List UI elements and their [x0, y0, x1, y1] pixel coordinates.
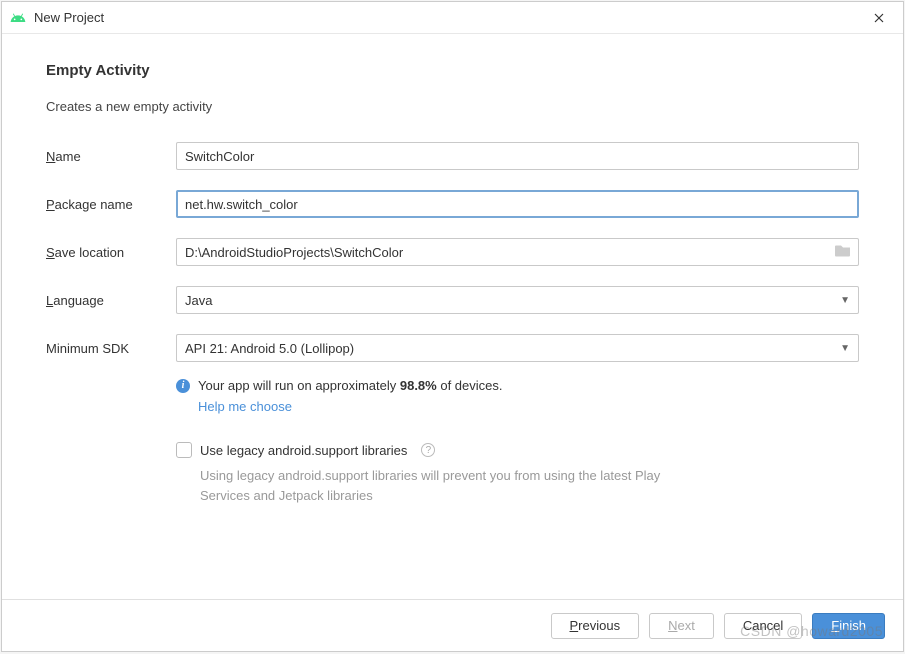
- cancel-button[interactable]: Cancel: [724, 613, 802, 639]
- label-package: Package name: [46, 197, 176, 212]
- row-min-sdk: Minimum SDK API 21: Android 5.0 (Lollipo…: [46, 334, 859, 362]
- titlebar: New Project: [2, 2, 903, 34]
- row-language: Language Java ▼: [46, 286, 859, 314]
- sdk-info-line: i Your app will run on approximately 98.…: [176, 378, 859, 393]
- finish-button[interactable]: Finish: [812, 613, 885, 639]
- row-package: Package name: [46, 190, 859, 218]
- chevron-down-icon: ▼: [840, 343, 850, 354]
- browse-folder-icon[interactable]: [835, 244, 851, 261]
- language-select[interactable]: Java ▼: [176, 286, 859, 314]
- legacy-description: Using legacy android.support libraries w…: [200, 466, 680, 505]
- new-project-dialog: New Project Empty Activity Creates a new…: [1, 1, 904, 652]
- close-icon: [874, 13, 884, 23]
- page-subtitle: Creates a new empty activity: [46, 99, 859, 114]
- help-me-choose-link[interactable]: Help me choose: [198, 399, 859, 414]
- name-input[interactable]: [176, 142, 859, 170]
- sdk-info-block: i Your app will run on approximately 98.…: [176, 378, 859, 414]
- legacy-block: Use legacy android.support libraries ? U…: [176, 442, 859, 505]
- android-icon: [10, 10, 26, 26]
- save-location-input[interactable]: [176, 238, 859, 266]
- sdk-info-text: Your app will run on approximately 98.8%…: [198, 378, 503, 393]
- info-icon: i: [176, 379, 190, 393]
- label-save-location: Save location: [46, 245, 176, 260]
- row-save-location: Save location: [46, 238, 859, 266]
- chevron-down-icon: ▼: [840, 295, 850, 306]
- label-language: Language: [46, 293, 176, 308]
- row-name: Name: [46, 142, 859, 170]
- close-button[interactable]: [863, 4, 895, 32]
- package-name-input[interactable]: [176, 190, 859, 218]
- min-sdk-value: API 21: Android 5.0 (Lollipop): [185, 341, 354, 356]
- help-icon[interactable]: ?: [421, 443, 435, 457]
- window-title: New Project: [34, 10, 863, 25]
- language-value: Java: [185, 293, 212, 308]
- label-name: Name: [46, 149, 176, 164]
- form: Name Package name Save location: [46, 142, 859, 505]
- content-area: Empty Activity Creates a new empty activ…: [2, 34, 903, 599]
- legacy-label: Use legacy android.support libraries: [200, 443, 407, 458]
- min-sdk-select[interactable]: API 21: Android 5.0 (Lollipop) ▼: [176, 334, 859, 362]
- next-button[interactable]: Next: [649, 613, 714, 639]
- page-title: Empty Activity: [46, 62, 859, 79]
- label-min-sdk: Minimum SDK: [46, 341, 176, 356]
- footer: Previous Next Cancel Finish CSDN @howard…: [2, 599, 903, 651]
- legacy-checkbox-row: Use legacy android.support libraries ?: [176, 442, 859, 458]
- previous-button[interactable]: Previous: [551, 613, 640, 639]
- legacy-checkbox[interactable]: [176, 442, 192, 458]
